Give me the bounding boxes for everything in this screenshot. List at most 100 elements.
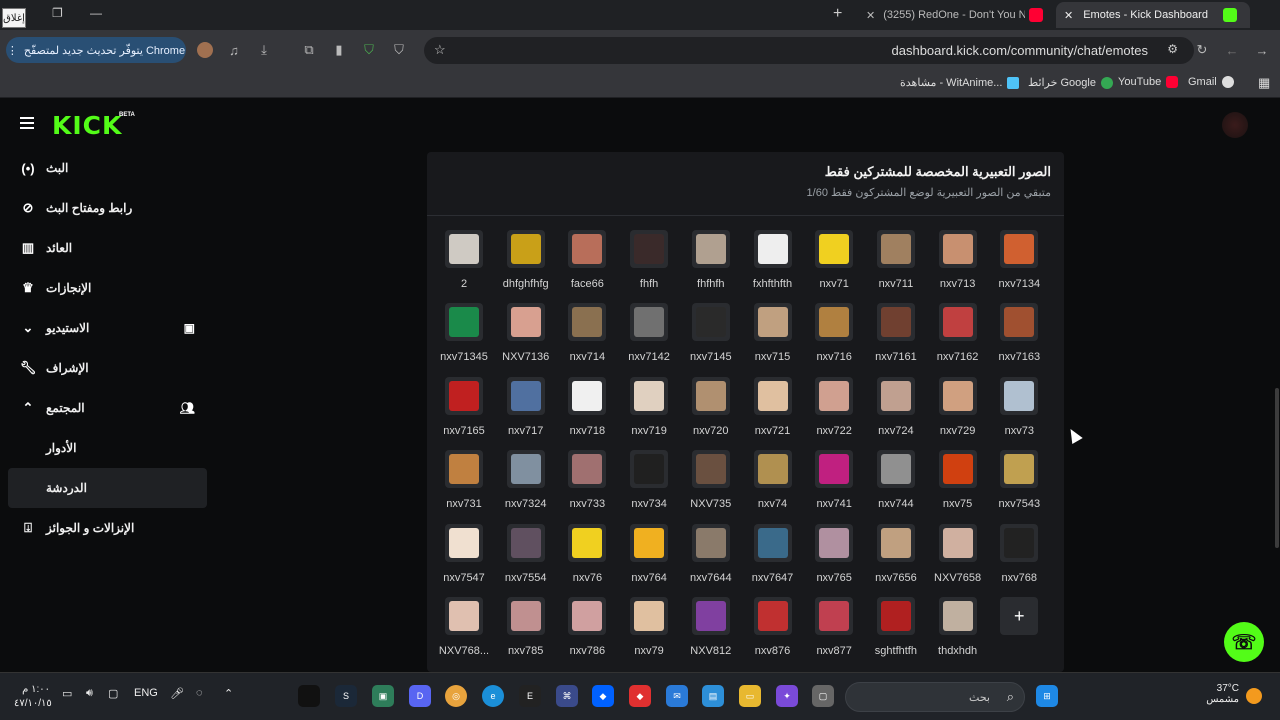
emote-tile[interactable]: nxv7162 [932, 303, 994, 373]
emote-tile[interactable]: nxv7142 [623, 303, 685, 373]
emote-tile[interactable]: nxv731 [438, 450, 500, 520]
emote-tile[interactable]: NXV768... [438, 597, 500, 667]
language-indicator[interactable]: ENG [134, 687, 158, 699]
dropbox-icon[interactable]: ◆ [592, 685, 614, 707]
all-bookmarks-icon[interactable]: ▦ [1258, 75, 1270, 91]
emote-tile[interactable]: nxv785 [500, 597, 562, 667]
sidebar-item-moderation[interactable]: 🔧︎ الإشراف [8, 348, 207, 388]
bookmark-gmail[interactable]: Gmail [1188, 76, 1234, 88]
emote-tile[interactable]: fhfhfh [685, 230, 747, 300]
url-text[interactable]: dashboard.kick.com/community/chat/emotes [892, 43, 1149, 58]
emote-tile[interactable]: nxv74 [747, 450, 809, 520]
emote-tile[interactable]: nxv7324 [500, 450, 562, 520]
emote-tile[interactable]: NXV7658 [932, 523, 994, 594]
bookmark-witanime[interactable]: مشاهدة - WitAnime... [900, 76, 1020, 89]
network-icon[interactable]: ▢ [108, 687, 118, 700]
bookmark-star-icon[interactable]: ☆ [434, 42, 446, 58]
download-icon[interactable]: ⤓ [255, 41, 273, 59]
store-icon[interactable]: ▤ [702, 685, 724, 707]
app-icon-1[interactable] [298, 685, 320, 707]
close-tab-icon[interactable]: ✕ [866, 9, 875, 22]
tab-kick-dashboard[interactable]: ✕ Emotes - Kick Dashboard [1056, 2, 1250, 28]
sidebar-item-drops[interactable]: ⍗ الإنزالات و الجوائز [8, 508, 207, 548]
emote-tile[interactable]: nxv721 [747, 376, 809, 447]
tab-youtube[interactable]: ✕ (3255) RedOne - Don't You Nee [858, 2, 1054, 28]
emote-tile[interactable]: nxv7161 [870, 303, 932, 373]
emote-tile[interactable]: nxv71 [808, 230, 870, 300]
page-scrollbar[interactable] [1275, 388, 1279, 548]
emote-tile[interactable]: nxv729 [932, 376, 994, 447]
chevron-up-icon[interactable]: ⌃ [224, 687, 233, 700]
shield-icon[interactable]: ⛉ [360, 41, 378, 59]
emote-tile[interactable]: face66 [561, 230, 623, 300]
emote-tile[interactable]: sghtfhtfh [870, 597, 932, 667]
emote-tile[interactable]: nxv714 [561, 303, 623, 373]
app-tray-icon[interactable]: ◌ [196, 687, 203, 699]
emote-tile[interactable]: nxv7543 [993, 450, 1055, 520]
emote-tile[interactable]: NXV735 [685, 450, 747, 520]
emote-tile[interactable]: nxv744 [870, 450, 932, 520]
emote-tile[interactable]: nxv75 [932, 450, 994, 520]
app-icon-green[interactable]: ▣ [372, 685, 394, 707]
epic-games-icon[interactable]: E [519, 685, 541, 707]
emote-tile[interactable]: nxv7134 [993, 230, 1055, 300]
emote-tile[interactable]: nxv877 [808, 597, 870, 667]
discord-icon[interactable]: D [409, 685, 431, 707]
start-menu-icon[interactable]: ⊞ [1036, 685, 1058, 707]
new-tab-button[interactable]: + [833, 5, 842, 23]
emote-tile[interactable]: nxv7145 [685, 303, 747, 373]
emote-tile[interactable]: fhfh [623, 230, 685, 300]
profile-avatar-icon[interactable] [196, 41, 214, 59]
emote-tile[interactable]: nxv722 [808, 376, 870, 447]
add-emote-button[interactable]: + [1000, 597, 1039, 635]
weather-widget[interactable]: 37°C مشمس [1205, 683, 1239, 705]
shield-outline-icon[interactable]: ⛉ [390, 41, 408, 59]
steam-icon[interactable]: S [335, 685, 357, 707]
copilot-icon[interactable]: ✦ [776, 685, 798, 707]
sidebar-item-studio[interactable]: ⌄ الاستيديو ▣ [8, 308, 207, 348]
bookmark-youtube[interactable]: YouTube [1118, 76, 1179, 88]
volume-icon[interactable]: 🔊︎ [86, 687, 93, 700]
emote-tile[interactable]: nxv717 [500, 376, 562, 447]
emote-tile[interactable]: nxv724 [870, 376, 932, 447]
emote-tile[interactable]: thdxhdh [932, 597, 994, 667]
chrome-update-button[interactable]: ⋮ يتوفّر تحديث جديد لمتصفّح Chrome [6, 37, 186, 63]
emote-tile[interactable]: nxv718 [561, 376, 623, 447]
emote-tile[interactable]: nxv716 [808, 303, 870, 373]
emote-tile[interactable]: nxv734 [623, 450, 685, 520]
emote-tile[interactable]: nxv786 [561, 597, 623, 667]
media-icon[interactable]: ♫ [225, 41, 243, 59]
close-tab-icon[interactable]: ✕ [1064, 9, 1073, 22]
sidebar-item-revenue[interactable]: ▥ العائد [8, 228, 207, 268]
app-icon-red[interactable]: ◆ [629, 685, 651, 707]
restore-window-button[interactable]: ❐ [52, 6, 63, 20]
forward-icon[interactable]: → [1253, 41, 1271, 59]
emote-tile[interactable]: nxv719 [623, 376, 685, 447]
extensions-icon[interactable]: ⧉ [300, 41, 318, 59]
site-settings-icon[interactable]: ⚙ [1167, 42, 1178, 56]
emote-tile[interactable]: nxv7647 [747, 523, 809, 594]
emote-tile[interactable]: nxv7656 [870, 523, 932, 594]
support-chat-button[interactable]: ☏ [1224, 622, 1264, 662]
emote-tile[interactable]: 2 [438, 230, 500, 300]
emote-tile[interactable]: nxv720 [685, 376, 747, 447]
user-avatar[interactable] [1222, 112, 1248, 138]
add-emote-tile[interactable]: + [993, 597, 1055, 667]
sidebar-item-roles[interactable]: الأدوار [8, 428, 207, 468]
emote-tile[interactable]: nxv7163 [993, 303, 1055, 373]
file-explorer-icon[interactable]: ▭ [739, 685, 761, 707]
minimize-window-button[interactable]: — [90, 6, 102, 20]
sidebar-item-stream-key[interactable]: ⊘ رابط ومفتاح البث [8, 188, 207, 228]
emote-tile[interactable]: nxv715 [747, 303, 809, 373]
microphone-icon[interactable]: 🎤︎ [170, 687, 184, 700]
app-icon-blue[interactable]: ⌘ [556, 685, 578, 707]
address-bar[interactable]: ☆ dashboard.kick.com/community/chat/emot… [424, 37, 1194, 64]
emote-tile[interactable]: nxv76 [561, 523, 623, 594]
chrome-icon[interactable]: ◎ [445, 685, 467, 707]
emote-tile[interactable]: dhfghfhfg [500, 230, 562, 300]
emote-tile[interactable]: nxv79 [623, 597, 685, 667]
emote-tile[interactable]: nxv876 [747, 597, 809, 667]
emote-tile[interactable]: nxv733 [561, 450, 623, 520]
emote-tile[interactable]: nxv711 [870, 230, 932, 300]
extension-icon[interactable]: ▮ [330, 41, 348, 59]
